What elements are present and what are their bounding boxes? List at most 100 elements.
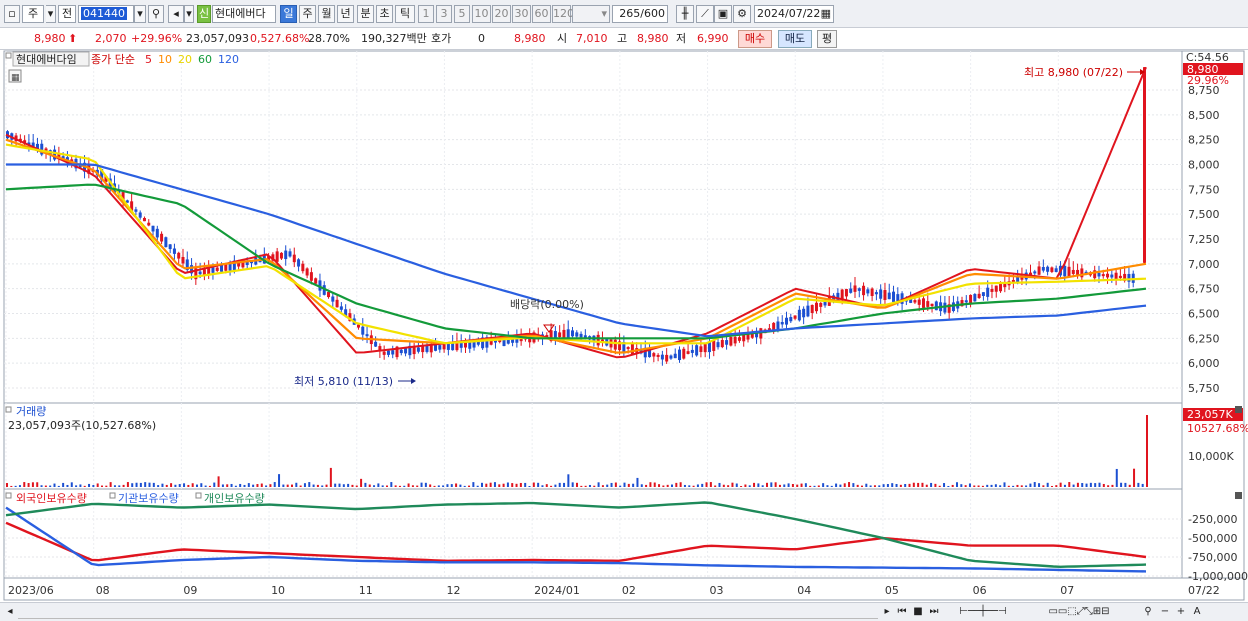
volume-bar [165,484,168,487]
draw-tool-icon[interactable]: ⟋ [696,5,714,23]
volume-bar [921,482,924,487]
x-tick-label: 05 [885,584,899,597]
stock-code-input[interactable]: 041440 [78,5,134,23]
scroll-left-icon[interactable]: ◂ [4,605,16,619]
price-change: 2,070 [95,32,127,45]
period-year[interactable]: 년 [337,5,354,23]
save-icon[interactable]: ▣ [714,5,732,23]
volume-bar [455,483,458,487]
interval-1[interactable]: 1 [418,5,434,23]
stop-icon[interactable]: ■ [911,605,925,619]
average-button[interactable]: 평 [817,30,837,48]
volume-bar [904,484,907,487]
holding-close-icon[interactable] [1235,492,1242,499]
volume-bar [727,485,730,487]
date-input[interactable]: 2024/07/22 ▦ [754,5,834,23]
stock-chart[interactable]: 2023/06 08 09 10 11 12 2024/01 02 03 04 05 06 07 8,7… [0,50,1248,602]
volume-bar [783,484,786,487]
volume-bar [191,483,194,487]
prev-label[interactable]: 전 [58,5,76,23]
candle-body [361,326,365,335]
candle-body [1054,268,1058,272]
volume-bar [79,484,82,487]
zoom-out-icon[interactable]: − [1158,605,1172,619]
x-tick-label: 07 [1060,584,1074,597]
period-tick[interactable]: 틱 [395,5,415,23]
volume-bar [502,483,505,487]
volume-bar [718,482,721,487]
sell-button[interactable]: 매도 [778,30,812,48]
search-icon[interactable]: ⚲ [148,5,164,23]
chevron-down-icon: ▾ [601,7,607,20]
volume-bar [1033,482,1036,487]
volume-close-icon[interactable] [1235,406,1242,413]
interval-30[interactable]: 30 [512,5,531,23]
count-input[interactable]: 265/600 [612,5,668,23]
buy-button[interactable]: 매수 [738,30,772,48]
volume-bar [986,484,989,487]
rewind-icon[interactable]: ⏮ [895,605,909,619]
period-day[interactable]: 일 [280,5,297,23]
interval-5[interactable]: 5 [454,5,470,23]
volume-bar [472,482,475,487]
candle-body [309,272,313,281]
volume-bar [809,485,812,487]
volume-bar [139,482,142,487]
interval-20[interactable]: 20 [492,5,511,23]
candle-body [327,292,331,298]
price-y-tick: 8,500 [1188,109,1220,122]
volume-bar [325,484,328,487]
volume: 23,057,093 [186,32,249,45]
interval-120[interactable]: 120 [552,5,574,23]
window-icon[interactable]: ▫ [4,5,20,23]
market-select[interactable]: 주 [22,5,44,23]
interval-custom[interactable]: ▾ [572,5,610,23]
date-value: 2024/07/22 [757,7,821,20]
volume-bar [709,482,712,487]
volume-bar [675,482,678,487]
calendar-icon[interactable]: ▦ [821,6,831,22]
stock-name[interactable]: 현대에버다 [212,5,276,23]
period-minute[interactable]: 분 [357,5,374,23]
zoom-slider[interactable]: ⊢──┼──⊣ [946,605,1020,619]
volume-bar [761,485,764,487]
period-week[interactable]: 주 [299,5,316,23]
foreign-holding-label: 외국인보유수량 [16,492,87,505]
candle-body [981,292,985,296]
volume-bar [666,484,669,487]
speaker-icon[interactable]: ◂ [168,5,184,23]
candle-body [844,289,848,297]
volume-bar [623,482,626,487]
volume-bar [1012,485,1015,487]
interval-60[interactable]: 60 [532,5,551,23]
chevron-down-icon[interactable]: ▾ [134,5,146,23]
chevron-down-icon[interactable]: ▾ [46,5,56,23]
chart-tools-icons[interactable]: ▭▭⬚⤢⤡⊞⊟ [1024,605,1134,619]
volume-bar [446,484,449,487]
volume-bar [878,485,881,487]
fast-forward-icon[interactable]: ⏭ [927,605,941,619]
volume-bar [23,482,26,487]
volume-bar [390,482,393,487]
interval-10[interactable]: 10 [472,5,491,23]
candle-body [356,324,360,328]
candle-body [297,259,301,267]
period-second[interactable]: 초 [376,5,393,23]
price-y-tick: 8,250 [1188,134,1220,147]
volume-bar [424,482,427,487]
scroll-track[interactable] [18,605,878,619]
interval-3[interactable]: 3 [436,5,452,23]
chevron-down-icon[interactable]: ▾ [184,5,194,23]
scroll-right-icon[interactable]: ▸ [880,605,894,619]
magnify-icon[interactable]: ⚲ [1140,605,1156,619]
font-size-icon[interactable]: A [1190,605,1204,619]
candle-type-icon[interactable]: ╫ [676,5,694,23]
gear-icon[interactable]: ⚙ [733,5,751,23]
volume-bar [118,485,121,487]
calculator-glyph: ▦ [11,73,20,83]
period-month[interactable]: 월 [318,5,335,23]
zoom-in-icon[interactable]: + [1174,605,1188,619]
chart-area[interactable]: 2023/06 08 09 10 11 12 2024/01 02 03 04 05 06 07 8,7… [0,50,1248,602]
volume-bar [839,484,842,487]
volume-bar [671,484,673,487]
